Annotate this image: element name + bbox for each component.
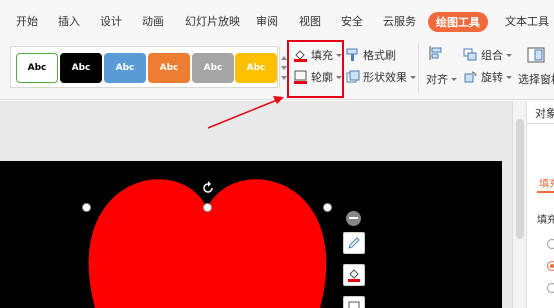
pane-divider [527,123,554,124]
scroll-thumb[interactable] [516,119,524,239]
rotate-handle-icon[interactable] [200,180,216,196]
resize-handle[interactable] [323,203,332,212]
pane-title: 对象属性 [535,107,554,120]
slide-canvas[interactable] [0,161,502,308]
quick-fill-button[interactable] [343,264,365,286]
vertical-scrollbar[interactable] [512,101,526,308]
fill-option-radio[interactable] [547,261,554,271]
fill-option-radio[interactable] [547,239,554,249]
quick-edit-button[interactable] [343,232,365,254]
properties-pane: 对象属性 填充与线条 填充 [526,101,554,308]
collapse-icon[interactable] [346,211,361,226]
quick-outline-button[interactable] [343,296,365,308]
resize-handle[interactable] [203,203,212,212]
fill-section-header[interactable]: 填充 [537,211,554,226]
pencil-icon [348,237,360,249]
active-tab-indicator [537,191,554,193]
paint-bucket-icon [348,269,360,282]
resize-handle[interactable] [82,203,91,212]
fill-option-radio[interactable] [547,283,554,293]
tab-fill-and-line[interactable]: 填充与线条 [539,175,554,190]
heart-shape[interactable] [0,161,502,308]
shape-outline-icon [348,301,360,308]
